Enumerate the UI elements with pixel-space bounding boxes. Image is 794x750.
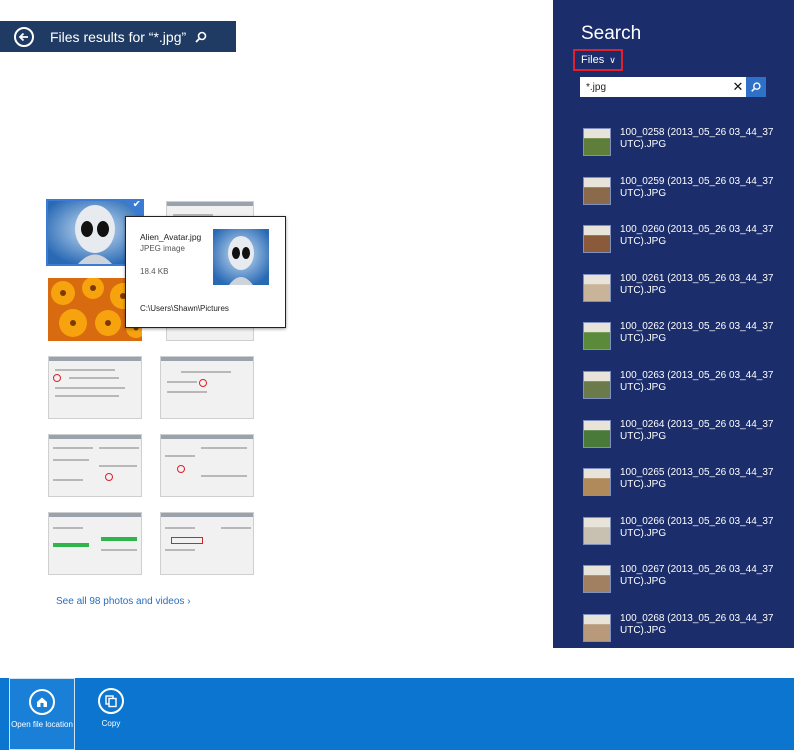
- tooltip-path: C:\Users\Shawn\Pictures: [140, 304, 229, 313]
- result-filename: 100_0267 (2013_05_26 03_44_37 UTC).JPG: [620, 564, 774, 588]
- result-filename: 100_0266 (2013_05_26 03_44_37 UTC).JPG: [620, 515, 774, 539]
- photo-thumbnail[interactable]: [160, 434, 254, 497]
- search-result-item[interactable]: 100_0263 (2013_05_26 03_44_37 UTC).JPG: [583, 370, 783, 408]
- search-result-item[interactable]: 100_0258 (2013_05_26 03_44_37 UTC).JPG: [583, 127, 783, 165]
- result-thumbnail: [583, 419, 611, 448]
- result-filename: 100_0260 (2013_05_26 03_44_37 UTC).JPG: [620, 224, 774, 248]
- back-arrow-icon[interactable]: [14, 26, 34, 47]
- search-result-item[interactable]: 100_0266 (2013_05_26 03_44_37 UTC).JPG: [583, 516, 783, 554]
- result-filename: 100_0265 (2013_05_26 03_44_37 UTC).JPG: [620, 467, 774, 491]
- copy-button[interactable]: Copy: [78, 678, 144, 750]
- search-box: ✕: [580, 77, 766, 97]
- photo-thumbnail[interactable]: [48, 356, 142, 419]
- result-thumbnail: [583, 273, 611, 302]
- result-filename: 100_0268 (2013_05_26 03_44_37 UTC).JPG: [620, 613, 774, 636]
- result-filename: 100_0258 (2013_05_26 03_44_37 UTC).JPG: [620, 127, 774, 150]
- tooltip-filesize: 18.4 KB: [140, 267, 169, 276]
- search-input[interactable]: [586, 80, 726, 94]
- result-filename: 100_0262 (2013_05_26 03_44_37 UTC).JPG: [620, 321, 774, 345]
- see-all-link[interactable]: See all 98 photos and videos ›: [56, 596, 191, 607]
- results-title: Files results for “*.jpg”: [50, 28, 187, 45]
- search-result-item[interactable]: 100_0259 (2013_05_26 03_44_37 UTC).JPG: [583, 176, 783, 214]
- tooltip-preview-image: [213, 229, 269, 285]
- result-thumbnail: [583, 516, 611, 545]
- result-filename: 100_0259 (2013_05_26 03_44_37 UTC).JPG: [620, 175, 774, 199]
- open-file-location-button[interactable]: Open file location: [9, 678, 75, 750]
- result-filename: 100_0264 (2013_05_26 03_44_37 UTC).JPG: [620, 418, 774, 442]
- copy-label: Copy: [101, 719, 121, 728]
- app-bar: Open file location Copy: [0, 678, 794, 750]
- chevron-down-icon: ∨: [609, 54, 616, 65]
- search-icon[interactable]: [746, 77, 766, 97]
- copy-icon: [98, 688, 124, 714]
- search-result-item[interactable]: 100_0260 (2013_05_26 03_44_37 UTC).JPG: [583, 224, 783, 262]
- result-filename: 100_0261 (2013_05_26 03_44_37 UTC).JPG: [620, 272, 774, 296]
- home-folder-icon: [29, 689, 55, 715]
- search-result-item[interactable]: 100_0268 (2013_05_26 03_44_37 UTC).JPG: [583, 613, 783, 651]
- checkmark-icon: ✔: [132, 201, 141, 210]
- search-scope-dropdown[interactable]: Files ∨: [573, 49, 623, 71]
- search-pane: Search Files ∨ ✕ 100_0258 (2013_05_26 03…: [553, 0, 794, 648]
- result-thumbnail: [583, 322, 611, 351]
- photo-thumbnail[interactable]: [160, 512, 254, 575]
- result-thumbnail: [583, 371, 611, 399]
- open-file-location-label: Open file location: [11, 720, 73, 729]
- result-thumbnail: [583, 614, 611, 642]
- result-filename: 100_0263 (2013_05_26 03_44_37 UTC).JPG: [620, 370, 774, 393]
- result-thumbnail: [583, 128, 611, 156]
- result-thumbnail: [583, 468, 611, 497]
- search-icon[interactable]: [194, 30, 208, 44]
- result-thumbnail: [583, 225, 611, 254]
- search-result-item[interactable]: 100_0267 (2013_05_26 03_44_37 UTC).JPG: [583, 564, 783, 602]
- search-pane-title: Search: [581, 23, 642, 44]
- photo-thumbnail[interactable]: [48, 512, 142, 575]
- tooltip-filename: Alien_Avatar.jpg: [140, 232, 202, 242]
- result-thumbnail: [583, 176, 611, 205]
- file-info-tooltip: Alien_Avatar.jpg JPEG image 18.4 KB C:\U…: [125, 216, 286, 328]
- search-result-item[interactable]: 100_0262 (2013_05_26 03_44_37 UTC).JPG: [583, 321, 783, 359]
- photo-thumbnail[interactable]: [160, 356, 254, 419]
- search-result-item[interactable]: 100_0264 (2013_05_26 03_44_37 UTC).JPG: [583, 419, 783, 457]
- results-header: Files results for “*.jpg”: [0, 21, 236, 52]
- photo-thumbnail[interactable]: [48, 434, 142, 497]
- tooltip-filetype: JPEG image: [140, 244, 185, 253]
- search-result-item[interactable]: 100_0261 (2013_05_26 03_44_37 UTC).JPG: [583, 273, 783, 311]
- search-scope-label: Files: [581, 54, 605, 66]
- clear-icon[interactable]: ✕: [730, 77, 746, 97]
- result-thumbnail: [583, 565, 611, 594]
- search-result-item[interactable]: 100_0265 (2013_05_26 03_44_37 UTC).JPG: [583, 467, 783, 505]
